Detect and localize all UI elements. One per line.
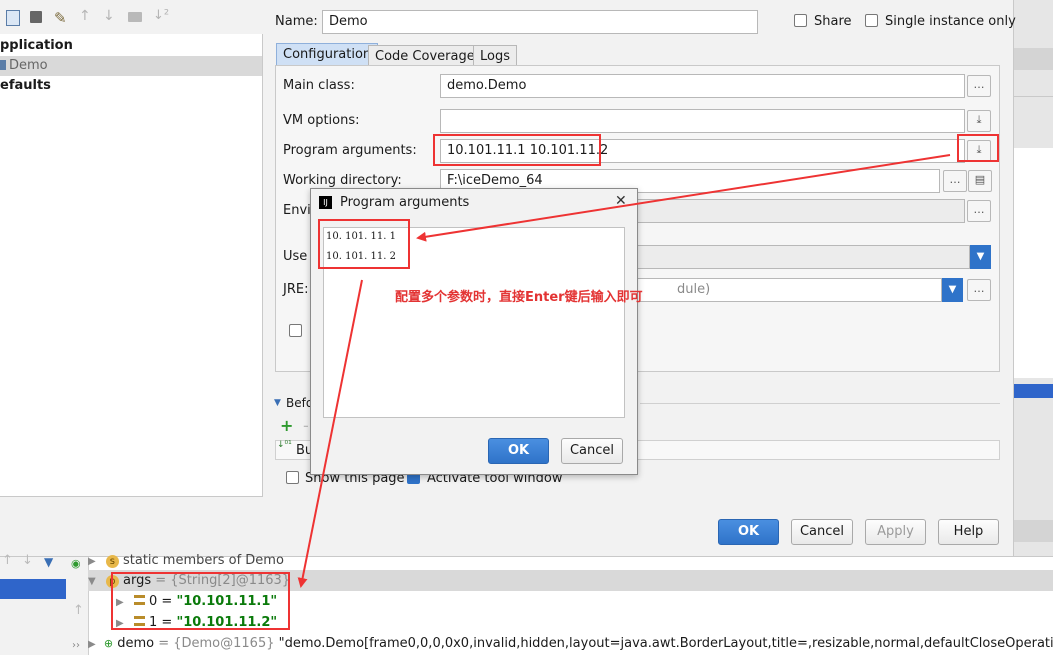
annotation-arrows — [297, 154, 951, 588]
arrow-to-debugger — [297, 279, 363, 588]
arrow-to-popup — [416, 154, 951, 242]
